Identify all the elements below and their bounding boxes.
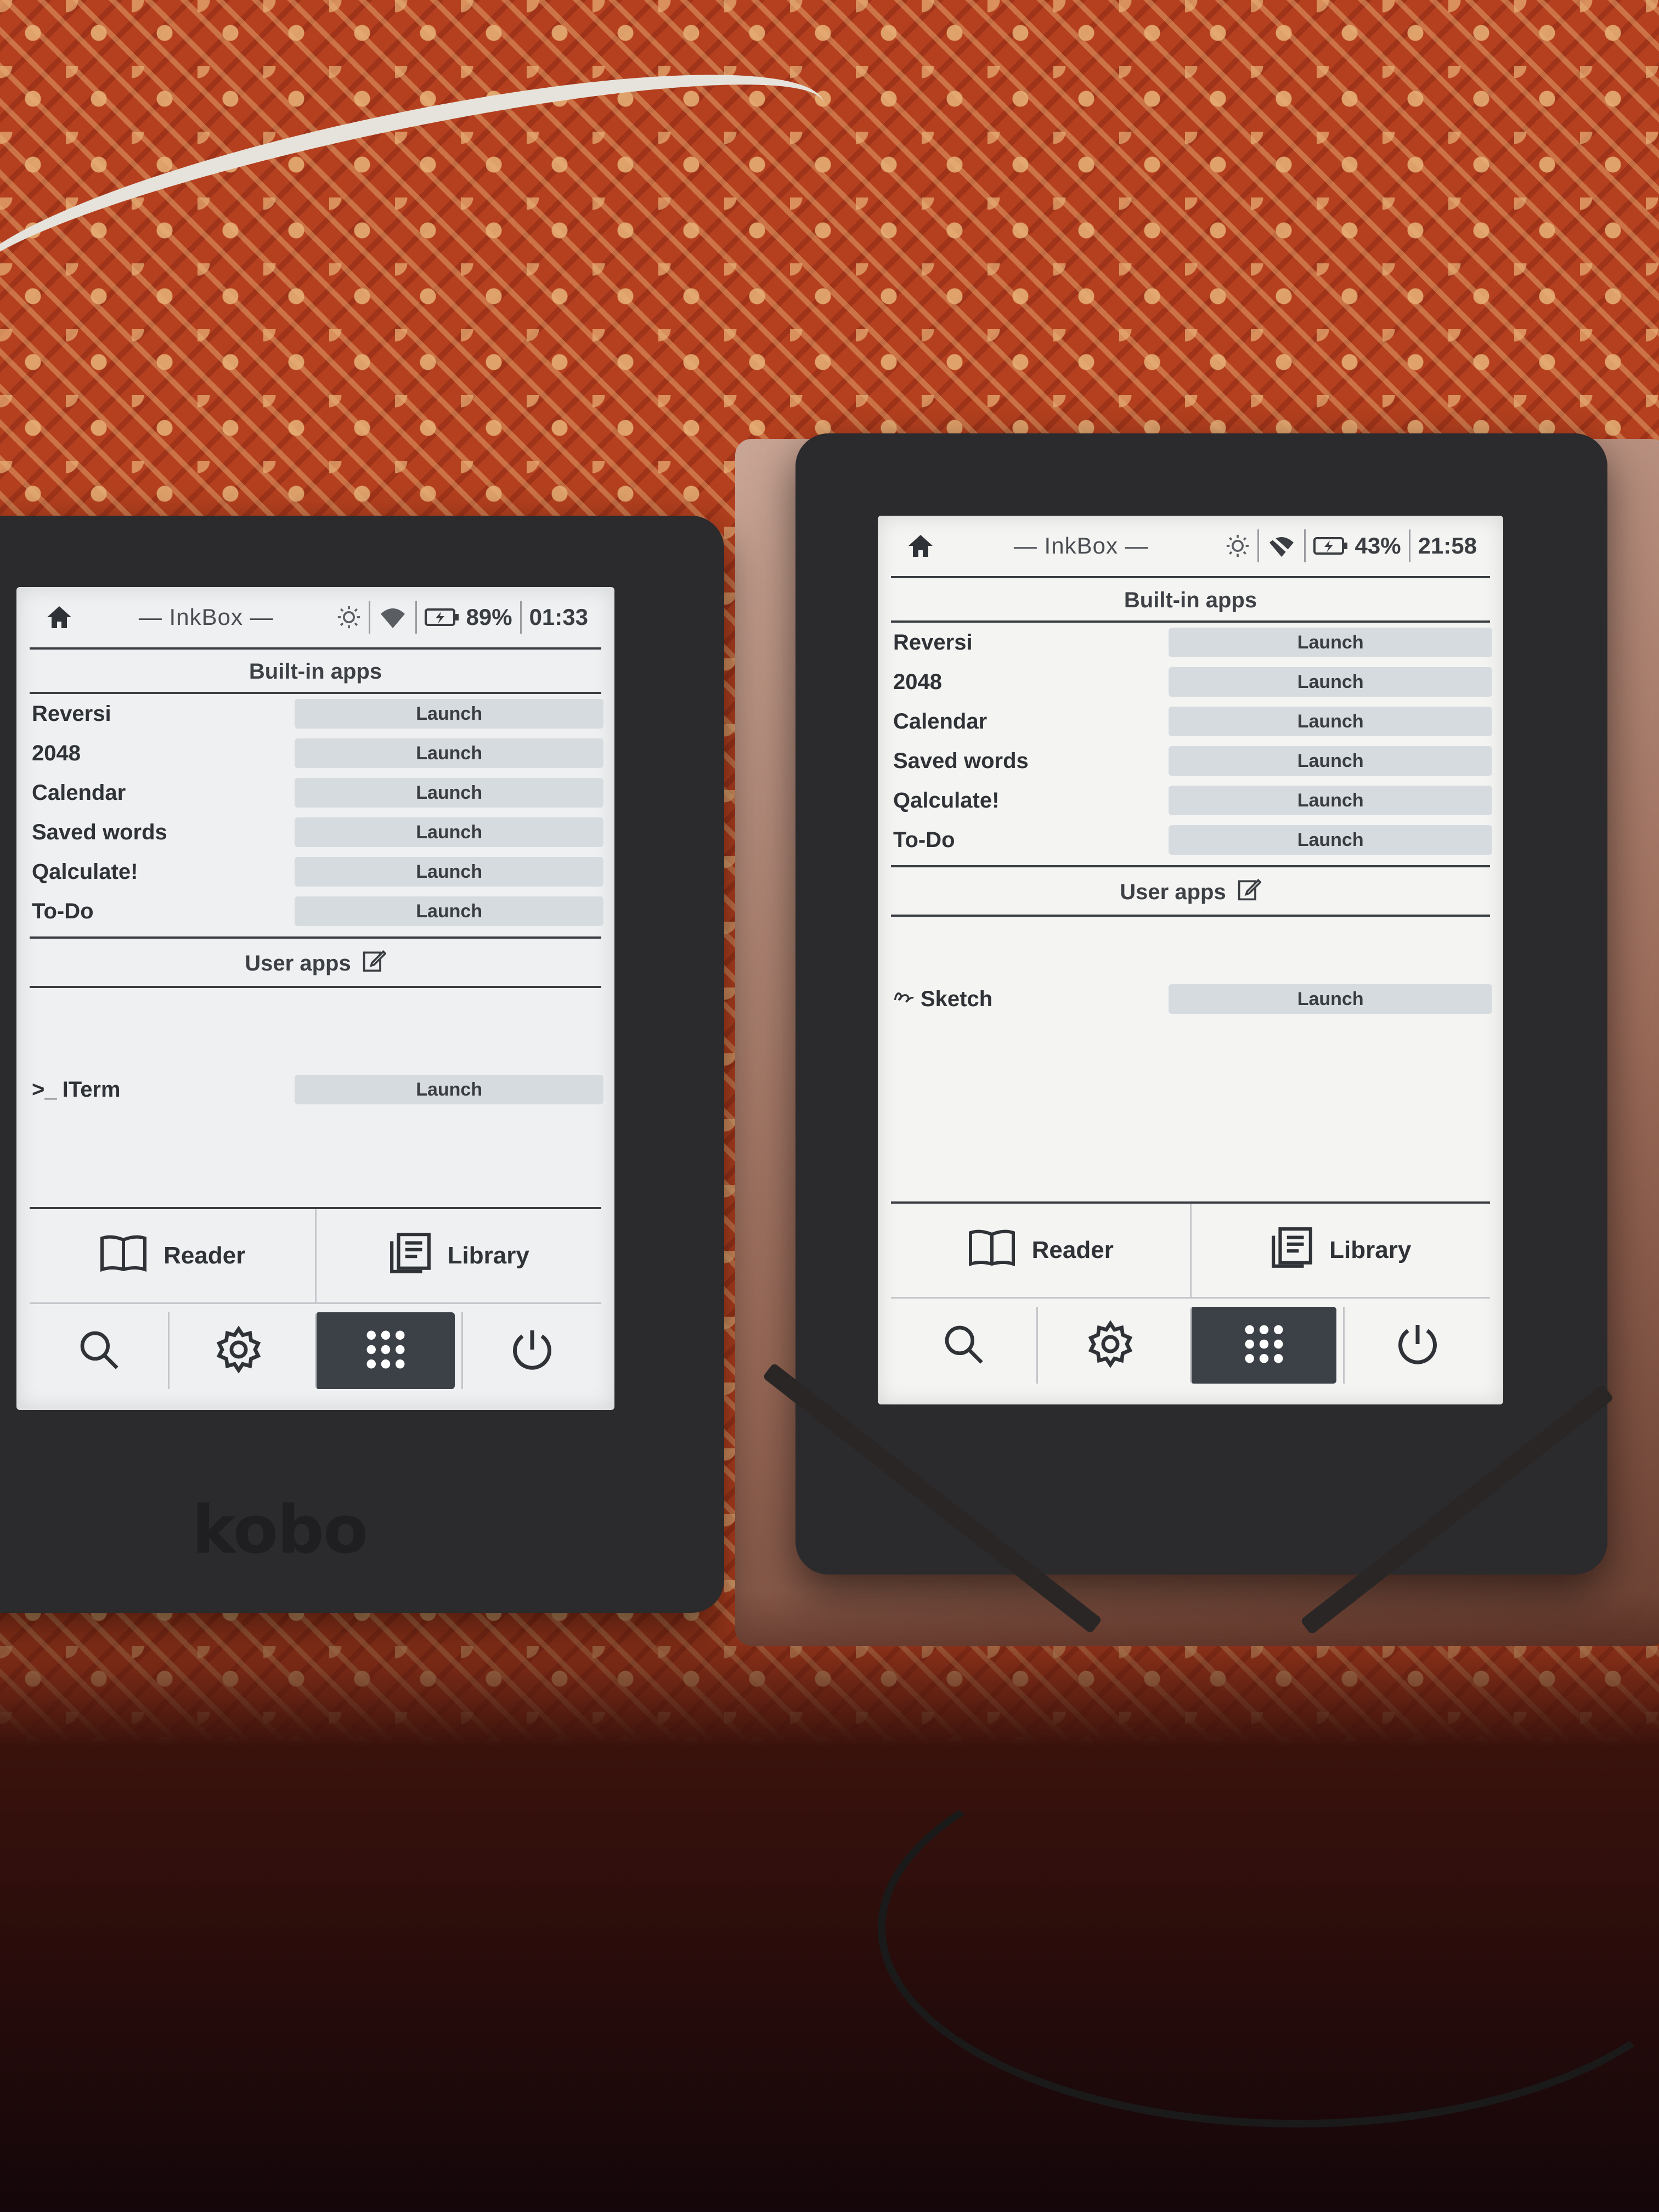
launch-button[interactable]: Launch (1169, 984, 1492, 1014)
settings-icon (1086, 1319, 1135, 1372)
user-apps-list: >_ ITerm Launch (16, 988, 614, 1191)
apps-button[interactable] (1189, 1307, 1337, 1384)
ereader-right-screen: — InkBox — 43% 21:58 Built-in apps Rever… (878, 516, 1503, 1404)
reader-button[interactable]: Reader (30, 1209, 315, 1302)
shortcut-bar: Reader Library (891, 1201, 1490, 1299)
home-icon[interactable] (904, 534, 937, 558)
power-button[interactable] (461, 1312, 601, 1389)
reader-button[interactable]: Reader (891, 1204, 1190, 1297)
builtin-apps-header: Built-in apps (891, 578, 1490, 623)
library-icon (388, 1231, 432, 1281)
builtin-apps-header: Built-in apps (30, 650, 601, 694)
inkbox-ui: — InkBox — 89% 01:33 Built-in apps Rever… (16, 587, 614, 1410)
launch-button[interactable]: Launch (1169, 825, 1492, 855)
launch-button[interactable]: Launch (295, 778, 603, 808)
library-icon (1270, 1226, 1314, 1276)
launch-button[interactable]: Launch (295, 896, 603, 926)
apps-grid-icon (361, 1325, 410, 1377)
launch-button[interactable]: Launch (1169, 667, 1492, 697)
list-item: Sketch Launch (878, 979, 1503, 1019)
list-item: Qalculate! Launch (16, 852, 614, 891)
list-item: Calendar Launch (878, 702, 1503, 741)
nav-bar (891, 1299, 1490, 1392)
launch-button[interactable]: Launch (1169, 628, 1492, 657)
settings-button[interactable] (168, 1312, 308, 1389)
list-item: 2048 Launch (16, 733, 614, 773)
app-title: — InkBox — (1013, 533, 1149, 558)
power-icon (509, 1327, 555, 1375)
launch-button[interactable]: Launch (295, 857, 603, 887)
brightness-icon[interactable] (337, 605, 361, 629)
library-button[interactable]: Library (1189, 1204, 1491, 1297)
battery-icon (424, 607, 460, 627)
wifi-off-icon[interactable] (1267, 534, 1296, 558)
builtin-apps-list: Reversi Launch 2048 Launch Calendar Launch … (878, 623, 1503, 860)
book-icon (967, 1227, 1017, 1274)
status-bar: — InkBox — 43% 21:58 (891, 516, 1490, 578)
list-item: 2048 Launch (878, 662, 1503, 702)
list-item: Qalculate! Launch (878, 781, 1503, 820)
search-icon (941, 1322, 985, 1369)
launch-button[interactable]: Launch (295, 1075, 603, 1104)
nav-bar (30, 1304, 601, 1397)
search-button[interactable] (891, 1307, 1036, 1384)
list-item: Reversi Launch (878, 623, 1503, 662)
list-item: To-Do Launch (878, 820, 1503, 860)
apps-grid-icon (1239, 1319, 1289, 1372)
edit-icon[interactable] (362, 949, 387, 978)
library-button[interactable]: Library (314, 1209, 602, 1302)
list-item: >_ ITerm Launch (16, 1070, 614, 1109)
clock: 01:33 (529, 604, 588, 630)
shortcut-bar: Reader Library (30, 1207, 601, 1304)
search-button[interactable] (30, 1312, 168, 1389)
launch-button[interactable]: Launch (1169, 746, 1492, 776)
app-title: — InkBox — (138, 604, 274, 630)
ereader-right: — InkBox — 43% 21:58 Built-in apps Rever… (795, 433, 1607, 1575)
battery-percent: 43% (1355, 533, 1401, 558)
device-brand-logo: kobo (192, 1492, 368, 1568)
user-apps-header: User apps (891, 865, 1490, 917)
bottom-panel: Reader Library (878, 1201, 1503, 1404)
clock: 21:58 (1418, 533, 1477, 558)
builtin-apps-list: Reversi Launch 2048 Launch Calendar Launch … (16, 694, 614, 931)
edit-icon[interactable] (1237, 877, 1262, 907)
terminal-icon: >_ (32, 1077, 57, 1102)
list-item: Reversi Launch (16, 694, 614, 733)
search-icon (77, 1328, 121, 1374)
wifi-icon[interactable] (378, 605, 408, 629)
battery-percent: 89% (466, 604, 512, 630)
ereader-left-screen: — InkBox — 89% 01:33 Built-in apps Rever… (16, 587, 614, 1410)
power-icon (1395, 1321, 1441, 1370)
user-apps-header: User apps (30, 936, 601, 988)
launch-button[interactable]: Launch (295, 699, 603, 729)
apps-button[interactable] (314, 1312, 455, 1389)
inkbox-ui: — InkBox — 43% 21:58 Built-in apps Rever… (878, 516, 1503, 1404)
battery-icon (1313, 536, 1348, 556)
list-item: Saved words Launch (878, 741, 1503, 781)
home-icon[interactable] (43, 605, 76, 629)
brightness-icon[interactable] (1226, 534, 1250, 558)
status-bar: — InkBox — 89% 01:33 (30, 587, 601, 650)
sketch-icon (893, 986, 915, 1012)
settings-button[interactable] (1036, 1307, 1183, 1384)
ereader-left: — InkBox — 89% 01:33 Built-in apps Rever… (0, 516, 724, 1613)
list-item: Saved words Launch (16, 812, 614, 852)
launch-button[interactable]: Launch (1169, 786, 1492, 815)
launch-button[interactable]: Launch (295, 817, 603, 847)
launch-button[interactable]: Launch (1169, 707, 1492, 736)
user-apps-list: Sketch Launch (878, 917, 1503, 1081)
list-item: To-Do Launch (16, 891, 614, 931)
power-button[interactable] (1343, 1307, 1490, 1384)
list-item: Calendar Launch (16, 773, 614, 812)
settings-icon (214, 1325, 263, 1377)
launch-button[interactable]: Launch (295, 738, 603, 768)
book-icon (99, 1232, 148, 1280)
bottom-panel: Reader Library (16, 1207, 614, 1410)
